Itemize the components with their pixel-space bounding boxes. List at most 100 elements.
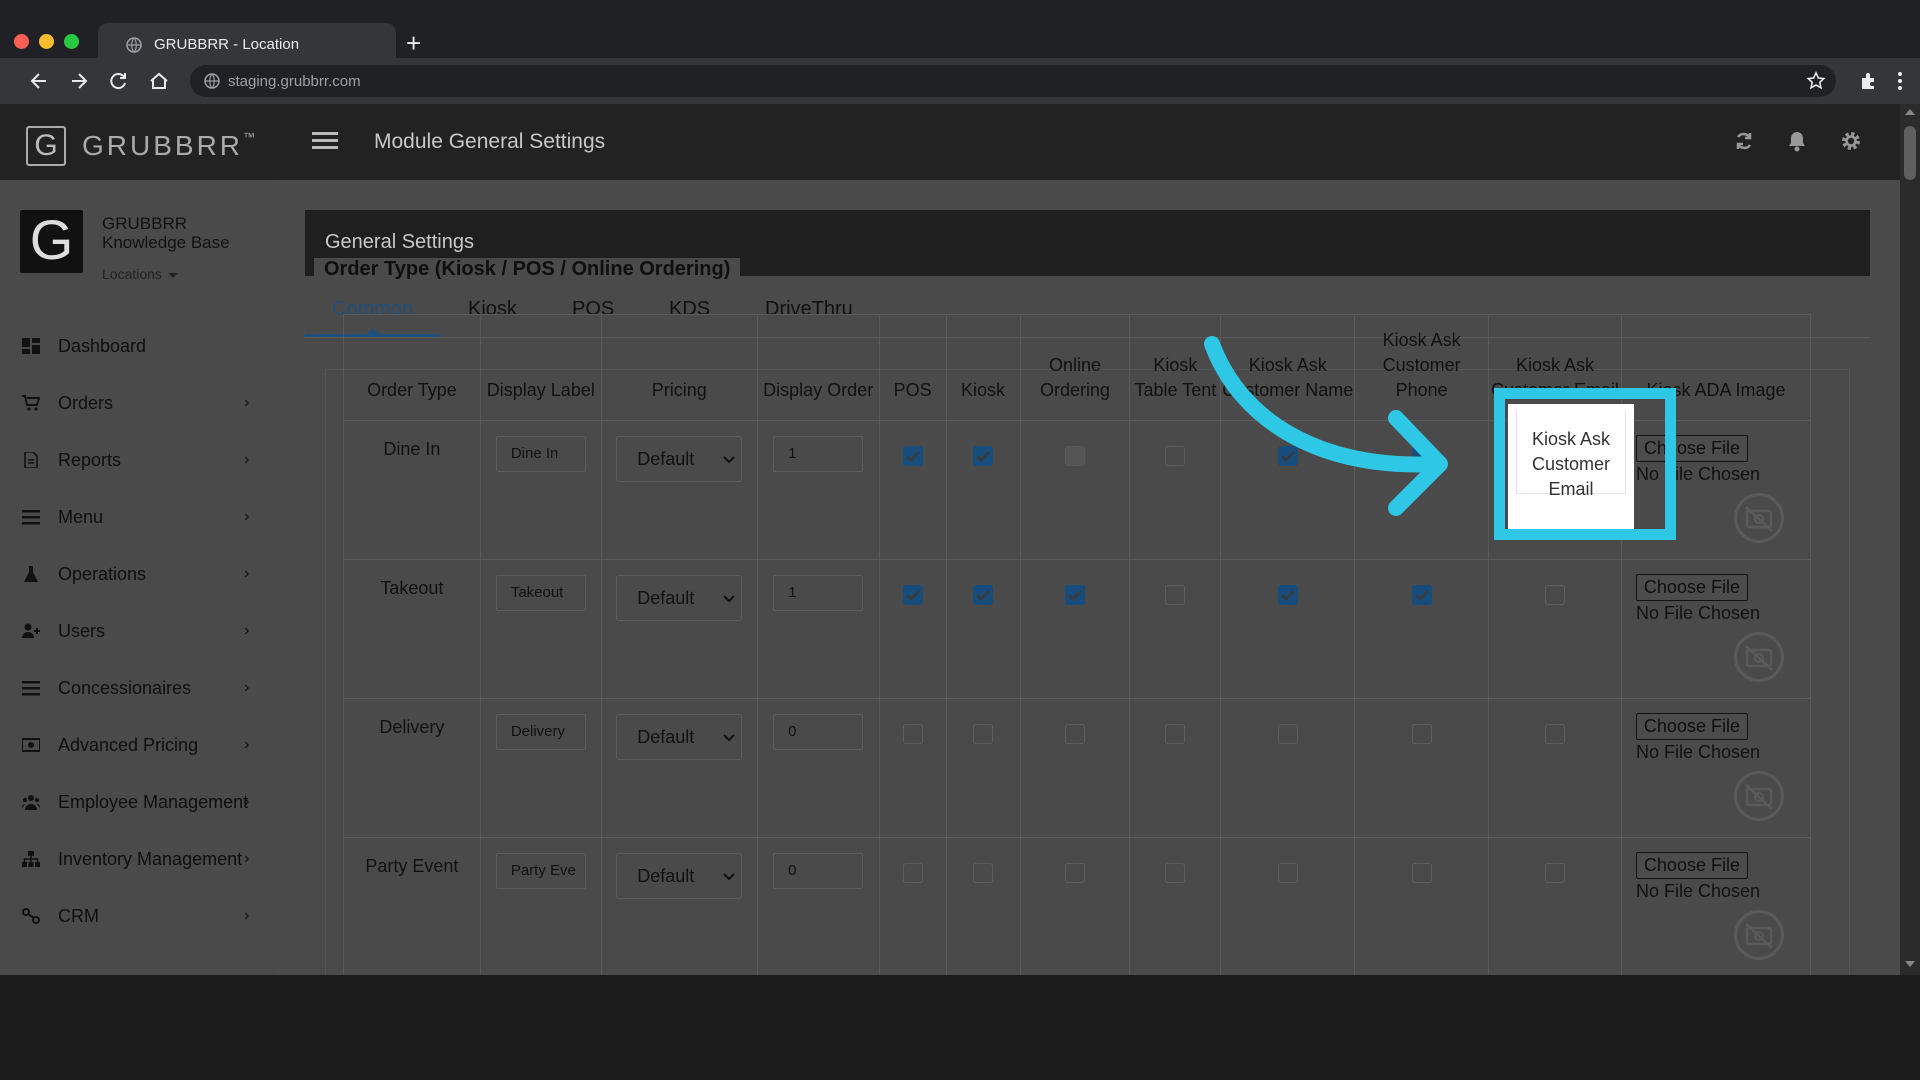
no-image-icon (1733, 910, 1784, 960)
site-info-icon[interactable] (204, 73, 220, 89)
pos-checkbox[interactable] (902, 585, 923, 605)
bookmark-star-icon[interactable] (1806, 71, 1826, 91)
scroll-thumb[interactable] (1904, 126, 1916, 180)
cell-display-label: Takeout (479, 559, 602, 699)
sidebar-item-concessionaires[interactable]: Concessionaires › (0, 668, 276, 708)
kiosk-ask-phone-checkbox[interactable] (1411, 585, 1432, 605)
cell-kiosk-ask-name (1220, 559, 1356, 699)
chevron-right-icon: › (244, 565, 250, 582)
scroll-up-icon[interactable] (1905, 109, 1915, 115)
page-scrollbar[interactable] (1900, 104, 1920, 975)
kiosk-table-tent-checkbox[interactable] (1165, 724, 1186, 744)
kiosk-ask-name-checkbox[interactable] (1277, 585, 1298, 605)
kiosk-checkbox[interactable] (973, 585, 994, 605)
back-icon[interactable] (28, 70, 50, 92)
app-header: G GRUBBRR™ Module General Settings (0, 104, 1900, 180)
sidebar-item-menu[interactable]: Menu › (0, 497, 276, 537)
browser-menu-icon[interactable] (1896, 70, 1904, 92)
cell-display-order: 0 (756, 698, 880, 838)
chevron-right-icon: › (244, 793, 250, 810)
sidebar-item-reports[interactable]: Reports › (0, 440, 276, 480)
display-label-input[interactable]: Party Eve (495, 853, 586, 889)
display-order-input[interactable]: 1 (773, 436, 864, 472)
choose-file-button[interactable]: Choose File (1635, 852, 1748, 879)
sidebar-item-dashboard[interactable]: Dashboard (0, 326, 276, 366)
refresh-icon[interactable] (1733, 130, 1755, 152)
brand-logo-icon[interactable]: G (26, 126, 66, 166)
kiosk-checkbox[interactable] (973, 724, 994, 744)
cell-order-type: Delivery (343, 698, 481, 838)
maximize-window-button[interactable] (64, 34, 79, 49)
pos-checkbox[interactable] (902, 446, 923, 466)
cell-kiosk (945, 559, 1021, 699)
display-order-input[interactable]: 0 (773, 714, 864, 750)
kiosk-ask-email-checkbox[interactable] (1545, 585, 1566, 605)
display-order-input[interactable]: 0 (773, 853, 864, 889)
settings-gear-icon[interactable] (1840, 130, 1862, 152)
sidebar-item-operations[interactable]: Operations › (0, 554, 276, 594)
sidebar-item-employee-management[interactable]: Employee Management › (0, 782, 276, 822)
cell-pos (878, 420, 947, 560)
display-label-input[interactable]: Delivery (495, 714, 586, 750)
kiosk-checkbox[interactable] (973, 446, 994, 466)
forward-icon[interactable] (68, 70, 90, 92)
kiosk-ask-phone-checkbox[interactable] (1411, 863, 1432, 883)
online-ordering-checkbox[interactable] (1064, 863, 1085, 883)
sidebar-item-advanced-pricing[interactable]: Advanced Pricing › (0, 725, 276, 765)
pricing-select[interactable]: Default (616, 575, 743, 621)
checkmark-icon (1068, 590, 1082, 601)
home-icon[interactable] (148, 70, 170, 92)
page-title: Module General Settings (374, 130, 606, 153)
close-window-button[interactable] (14, 34, 29, 49)
cart-icon (22, 395, 40, 411)
choose-file-button[interactable]: Choose File (1635, 574, 1748, 601)
choose-file-button[interactable]: Choose File (1635, 713, 1748, 740)
kiosk-ask-phone-checkbox[interactable] (1411, 724, 1432, 744)
list-icon (22, 681, 40, 696)
display-label-input[interactable]: Takeout (495, 575, 586, 611)
minimize-window-button[interactable] (39, 34, 54, 49)
sidebar-item-orders[interactable]: Orders › (0, 383, 276, 423)
sidebar-item-label: Concessionaires (58, 678, 192, 698)
pos-checkbox[interactable] (902, 863, 923, 883)
cell-online-ordering (1019, 420, 1131, 560)
flask-icon (24, 566, 38, 582)
pricing-select[interactable]: Default (616, 714, 743, 760)
sidebar-item-users[interactable]: Users › (0, 611, 276, 651)
cell-kiosk-ask-email (1488, 559, 1622, 699)
display-order-input[interactable]: 1 (773, 575, 864, 611)
display-label-input[interactable]: Dine In (495, 436, 586, 472)
kiosk-ask-email-checkbox[interactable] (1545, 863, 1566, 883)
sidebar-item-inventory-management[interactable]: Inventory Management › (0, 839, 276, 879)
pricing-select[interactable]: Default (616, 436, 743, 482)
kiosk-checkbox[interactable] (973, 863, 994, 883)
extensions-icon[interactable] (1858, 70, 1880, 92)
pos-checkbox[interactable] (902, 724, 923, 744)
section-title: Order Type (Kiosk / POS / Online Orderin… (314, 258, 741, 281)
kiosk-table-tent-checkbox[interactable] (1165, 863, 1186, 883)
notifications-bell-icon[interactable] (1786, 130, 1808, 152)
card-title: General Settings (325, 231, 474, 253)
kiosk-table-tent-checkbox[interactable] (1165, 446, 1186, 466)
chevron-down-icon (723, 456, 735, 464)
cell-kiosk-ask-phone (1354, 698, 1490, 838)
sidebar-item-crm[interactable]: CRM › (0, 896, 276, 936)
online-ordering-checkbox[interactable] (1064, 585, 1085, 605)
url-text[interactable]: staging.grubbrr.com (228, 73, 361, 90)
cell-online-ordering (1019, 698, 1131, 838)
online-ordering-checkbox (1064, 446, 1085, 466)
locations-dropdown[interactable]: Locations (102, 266, 178, 282)
kiosk-table-tent-checkbox[interactable] (1165, 585, 1186, 605)
address-bar[interactable]: staging.grubbrr.com (190, 65, 1836, 97)
pricing-select[interactable]: Default (616, 853, 743, 899)
col-header-display-order: Display Order (756, 314, 880, 421)
kiosk-ask-name-checkbox[interactable] (1277, 863, 1298, 883)
hamburger-menu-icon[interactable] (312, 132, 338, 150)
new-tab-button[interactable]: + (406, 28, 421, 58)
online-ordering-checkbox[interactable] (1064, 724, 1085, 744)
scroll-down-icon[interactable] (1905, 961, 1915, 967)
reload-icon[interactable] (107, 70, 129, 92)
bottom-band (0, 975, 1920, 1080)
kiosk-ask-email-checkbox[interactable] (1545, 724, 1566, 744)
kiosk-ask-name-checkbox[interactable] (1277, 724, 1298, 744)
